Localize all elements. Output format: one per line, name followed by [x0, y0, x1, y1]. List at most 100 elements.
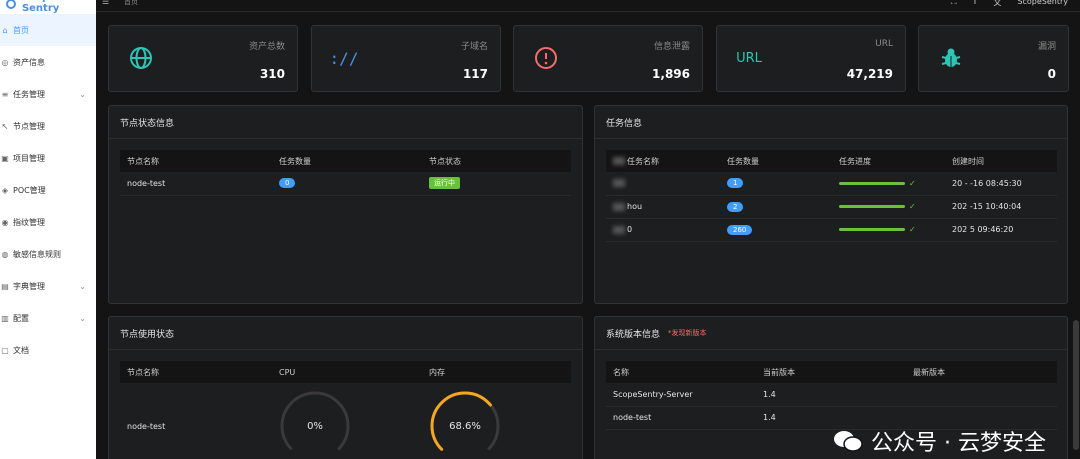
task-icon: ≡ — [1, 89, 9, 99]
stat-label: 子域名 — [460, 42, 488, 52]
column-header[interactable]: 最新版本 — [906, 361, 1057, 383]
task-progress: ✓ — [832, 172, 945, 196]
node-name: node-test — [120, 383, 272, 459]
table-row[interactable]: node-test 0 运行中 — [120, 172, 571, 196]
sidebar-item[interactable]: ◍ 敏感信息规则 — [0, 238, 96, 270]
stat-label: 信息泄露 — [653, 42, 690, 52]
stat-card[interactable]: 资产总数 310 — [108, 25, 298, 92]
stat-value: 1,896 — [652, 67, 690, 81]
column-header[interactable]: 任务数量 — [272, 150, 422, 172]
fullscreen-icon[interactable]: ⛶ — [951, 0, 957, 8]
sidebar-item-label: 指纹管理 — [13, 217, 45, 227]
task-progress: ✓ — [832, 195, 945, 219]
stat-value: 117 — [462, 67, 488, 81]
task-info-panel: 任务信息 任务名称 任务数量 任务进度 创建时间 1 ✓ 20 - -16 08… — [594, 105, 1068, 304]
sidebar-item-label: 敏感信息规则 — [13, 249, 61, 259]
config-icon: ▥ — [1, 313, 9, 323]
task-count-badge: 1 — [727, 178, 744, 189]
fingerprint-icon: ◉ — [1, 217, 9, 227]
sidebar-item[interactable]: ◎ 资产信息 — [0, 46, 96, 78]
sidebar-item-label: 字典管理 — [13, 281, 45, 291]
scrollbar[interactable] — [1073, 320, 1079, 450]
url-icon: URL — [736, 50, 762, 66]
breadcrumb[interactable]: 首页 — [124, 0, 138, 7]
task-name: hou — [606, 195, 720, 219]
stat-card[interactable]: 漏洞 0 — [918, 25, 1069, 92]
task-count-badge: 2 — [727, 201, 744, 212]
sidebar-item-label: 配置 — [13, 313, 29, 323]
progress-bar — [839, 228, 905, 231]
node-usage-table: 节点名称 CPU 内存 node-test 0% 68.6% — [120, 361, 571, 459]
node-status-table: 节点名称 任务数量 节点状态 node-test 0 运行中 — [120, 150, 571, 196]
redaction — [613, 225, 625, 234]
font-size-icon[interactable]: T — [973, 0, 978, 8]
dict-icon: ▤ — [1, 281, 9, 291]
project-icon: ▣ — [1, 153, 9, 163]
redaction — [613, 202, 625, 211]
user-menu[interactable]: ScopeSentry — [1017, 0, 1068, 8]
panel-title: 节点状态信息 — [109, 106, 582, 139]
task-count-badge: 260 — [727, 224, 753, 235]
sidebar-item-label: 节点管理 — [13, 121, 45, 131]
latest-version — [906, 383, 1057, 407]
column-header-label: 任务名称 — [627, 156, 659, 166]
column-header[interactable]: 节点名称 — [120, 150, 272, 172]
column-header[interactable]: 当前版本 — [756, 361, 906, 383]
table-row[interactable]: hou 2 ✓ 202 -15 10:40:04 — [606, 195, 1057, 219]
sidebar-item[interactable]: ▥ 配置 ⌄ — [0, 302, 96, 334]
stat-card[interactable]: URL URL 47,219 — [716, 25, 906, 92]
column-header[interactable]: 节点名称 — [120, 361, 272, 383]
stat-card[interactable]: :// 子域名 117 — [311, 25, 501, 92]
sidebar-item[interactable]: ▢ 文档 — [0, 334, 96, 366]
table-row[interactable]: 1 ✓ 20 - -16 08:45:30 — [606, 172, 1057, 196]
task-name — [606, 172, 720, 196]
column-header[interactable]: 节点状态 — [422, 150, 571, 172]
task-name: 0 — [606, 218, 720, 242]
sidebar-item[interactable]: ▤ 字典管理 ⌄ — [0, 270, 96, 302]
sidebar-menu: ⌂ 首页 ◎ 资产信息 ≡ 任务管理 ⌄ ↖ 节点管理 ▣ 项目管理 ◈ POC管理 ◉ 指纹管理 ◍ 敏感信息… — [0, 14, 96, 366]
stat-value: 47,219 — [846, 67, 893, 81]
sidebar-item[interactable]: ◉ 指纹管理 — [0, 206, 96, 238]
created-time: 20 - -16 08:45:30 — [945, 172, 1057, 196]
column-header[interactable]: CPU — [272, 361, 422, 383]
globe-icon — [127, 44, 155, 72]
memory-value: 68.6% — [449, 421, 481, 432]
status-badge: 运行中 — [429, 177, 460, 190]
sidebar-item[interactable]: ↖ 节点管理 — [0, 110, 96, 142]
component-name: ScopeSentry-Server — [606, 383, 756, 407]
chevron-down-icon: ⌄ — [79, 313, 86, 323]
chevron-down-icon: ⌄ — [79, 281, 86, 291]
sidebar-item[interactable]: ≡ 任务管理 ⌄ — [0, 78, 96, 110]
column-header[interactable]: 创建时间 — [945, 150, 1057, 172]
logo-icon — [6, 0, 16, 9]
table-row[interactable]: node-test 0% 68.6% — [120, 383, 571, 459]
column-header[interactable]: 任务进度 — [832, 150, 945, 172]
language-icon[interactable]: 文 — [993, 0, 1001, 8]
table-row[interactable]: 0 260 ✓ 202 5 09:46:20 — [606, 218, 1057, 242]
table-row[interactable]: ScopeSentry-Server 1.4 — [606, 383, 1057, 407]
wechat-icon — [834, 431, 863, 452]
stat-label: 漏洞 — [1037, 42, 1056, 52]
sidebar-item[interactable]: ▣ 项目管理 — [0, 142, 96, 174]
sidebar-item[interactable]: ⌂ 首页 — [0, 14, 96, 46]
sidebar: Scope Sentry ⌂ 首页 ◎ 资产信息 ≡ 任务管理 ⌄ ↖ 节点管理 ▣ 项目管理 ◈ PO… — [0, 0, 96, 459]
stat-value: 310 — [259, 67, 285, 81]
version-table: 名称 当前版本 最新版本 ScopeSentry-Server 1.4 node… — [606, 361, 1057, 430]
sidebar-item[interactable]: ◈ POC管理 — [0, 174, 96, 206]
new-version-notice[interactable]: *发现新版本 — [668, 328, 707, 338]
sidebar-item-label: 项目管理 — [13, 153, 45, 163]
column-header[interactable]: 名称 — [606, 361, 756, 383]
sidebar-item-label: POC管理 — [13, 185, 46, 195]
menu-toggle-icon[interactable]: ☰ — [102, 0, 109, 6]
brand-logo[interactable]: Scope Sentry — [0, 0, 96, 14]
created-time: 202 5 09:46:20 — [945, 218, 1057, 242]
brand-title: Scope Sentry — [21, 0, 60, 14]
cpu-value: 0% — [307, 421, 323, 432]
column-header[interactable]: 内存 — [422, 361, 571, 383]
check-circle-icon: ✓ — [909, 178, 916, 188]
column-header[interactable]: 任务数量 — [720, 150, 832, 172]
column-header[interactable]: 任务名称 — [606, 150, 720, 172]
warning-icon — [532, 44, 560, 72]
stat-card[interactable]: 信息泄露 1,896 — [513, 25, 703, 92]
panel-title: 任务信息 — [595, 106, 1067, 139]
